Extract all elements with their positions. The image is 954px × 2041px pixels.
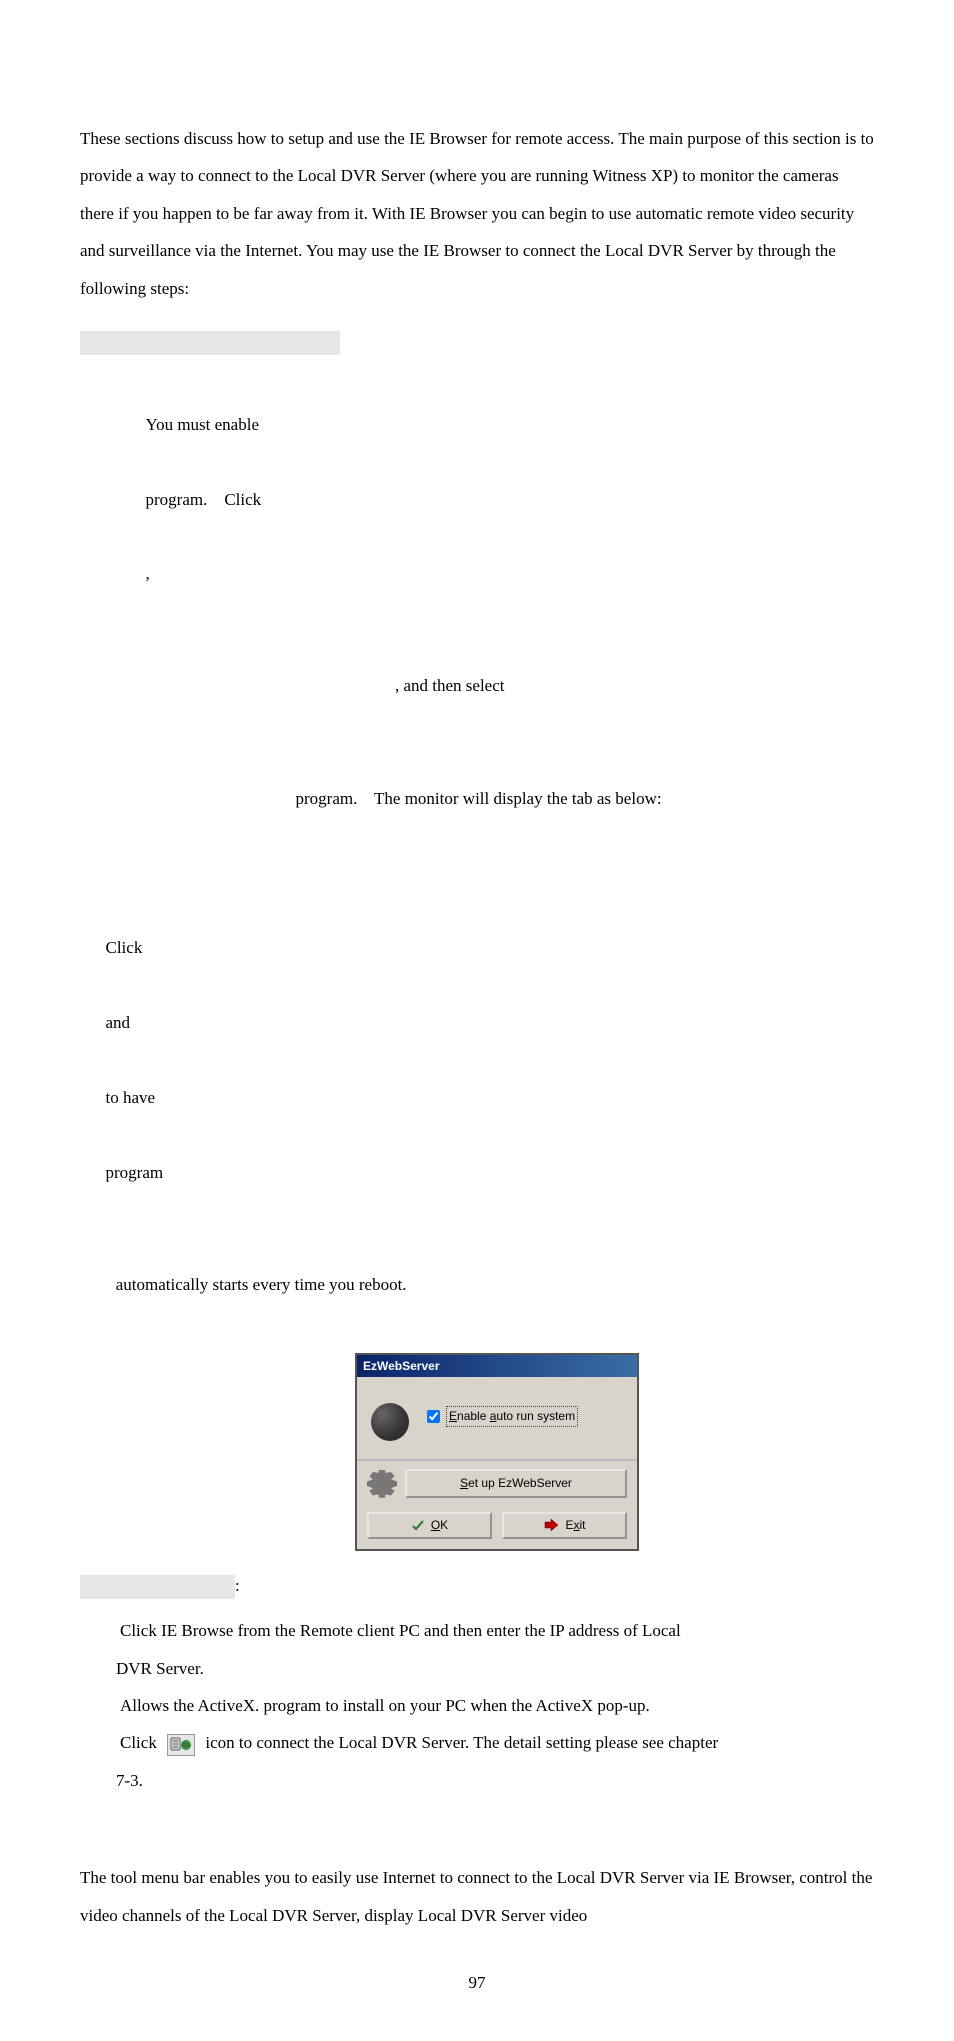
intro-paragraph: These sections discuss how to setup and … xyxy=(80,120,874,307)
colon: : xyxy=(235,1576,240,1595)
ezwebserver-dialog: EzWebServer Enable auto run system Set u… xyxy=(355,1353,639,1551)
text: Click IE Browse from the Remote client P… xyxy=(120,1621,681,1640)
text: DVR Server. xyxy=(116,1659,204,1678)
remote-steps: Click IE Browse from the Remote client P… xyxy=(80,1612,874,1799)
auto-run-label: Enable auto run system xyxy=(446,1406,578,1427)
text: Click xyxy=(120,1733,161,1752)
text: 7-3. xyxy=(116,1771,143,1790)
bottom-paragraph: The tool menu bar enables you to easily … xyxy=(80,1859,874,1934)
text: program. The monitor will display the ta… xyxy=(296,789,662,808)
auto-run-checkbox[interactable] xyxy=(427,1410,440,1423)
setup-button[interactable]: Set up EzWebServer xyxy=(405,1469,627,1498)
text: program. Click xyxy=(146,490,262,509)
page-number: 97 xyxy=(80,1964,874,2001)
dialog-title: EzWebServer xyxy=(357,1355,637,1378)
text: and xyxy=(106,1013,131,1032)
text: icon to connect the Local DVR Server. Th… xyxy=(201,1733,718,1752)
globe-icon xyxy=(371,1403,409,1441)
section-heading-local xyxy=(80,331,340,355)
local-steps: You must enable program. Click , , and t… xyxy=(80,368,874,1551)
text: , and then select xyxy=(395,676,505,695)
check-icon xyxy=(411,1518,425,1532)
ok-button[interactable]: OK xyxy=(367,1512,492,1539)
text: automatically starts every time you rebo… xyxy=(112,1275,407,1294)
text: Click xyxy=(106,938,143,957)
gear-icon xyxy=(367,1470,397,1498)
exit-button[interactable]: Exit xyxy=(502,1512,627,1539)
text: Allows the ActiveX. program to install o… xyxy=(120,1696,650,1715)
section-heading-remote xyxy=(80,1575,235,1599)
text: program xyxy=(106,1163,164,1182)
connect-icon xyxy=(167,1734,195,1756)
text: You must enable xyxy=(146,415,260,434)
text: to have xyxy=(106,1088,156,1107)
arrow-right-icon xyxy=(543,1517,559,1533)
text: , xyxy=(146,564,150,583)
